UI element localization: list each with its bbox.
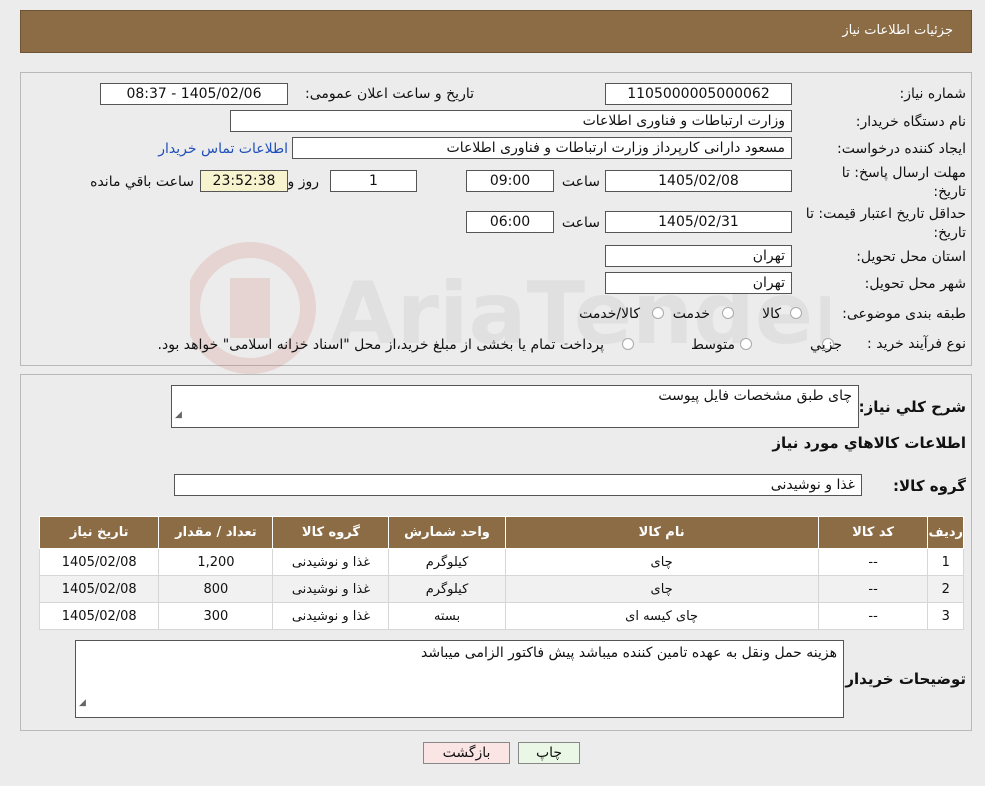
need-number-label: شماره نیاز: <box>899 86 967 102</box>
process-label: نوع فرآیند خرید : <box>867 336 966 352</box>
page-header: جزئیات اطلاعات نیاز <box>20 10 972 53</box>
col-header-row-number: رديف <box>927 516 964 549</box>
row-number: 2 <box>927 575 964 603</box>
goods-group-label: گروه کالا: <box>893 477 966 495</box>
deadline-time-label: ساعت <box>561 174 600 190</box>
table-row: 3 -- چای کیسه ای بسته غذا و نوشیدنی 300 … <box>38 602 964 630</box>
category-radio-goods[interactable] <box>790 307 802 319</box>
buyer-notes-textarea[interactable]: هزینه حمل ونقل به عهده تامین کننده میباش… <box>75 640 844 718</box>
remaining-label: ساعت باقي مانده <box>90 174 194 190</box>
col-header-group: گروه کالا <box>272 516 390 549</box>
buyer-notes-text: هزینه حمل ونقل به عهده تامین کننده میباش… <box>421 645 837 661</box>
goods-group-field[interactable]: غذا و نوشیدنی <box>174 474 862 496</box>
remaining-time-field: 23:52:38 <box>200 170 288 192</box>
col-header-name: نام کالا <box>504 516 819 549</box>
city-field[interactable]: تهران <box>605 272 792 294</box>
validity-date-field[interactable]: 1405/02/31 <box>605 211 792 233</box>
col-header-date: تاریخ نیاز <box>38 516 160 549</box>
deadline-label-cont: تاریخ: <box>933 184 966 200</box>
goods-unit: کیلوگرم <box>388 548 506 576</box>
need-number-field[interactable]: 1105000005000062 <box>605 83 792 105</box>
validity-time-field[interactable]: 06:00 <box>466 211 554 233</box>
province-field[interactable]: تهران <box>605 245 792 267</box>
announce-label: تاریخ و ساعت اعلان عمومی: <box>305 86 474 102</box>
process-option-medium: متوسط <box>691 337 735 353</box>
resize-handle-icon[interactable]: ◢ <box>175 405 182 425</box>
province-label: استان محل تحویل: <box>856 249 966 265</box>
goods-name: چای <box>504 575 819 603</box>
validity-label-cont: تاریخ: <box>933 225 966 241</box>
table-header-row: رديف کد کالا نام کالا واحد شمارش گروه کا… <box>38 516 964 549</box>
validity-label: حداقل تاریخ اعتبار قیمت: تا <box>805 206 966 222</box>
process-option-minor: جزيي <box>810 337 842 353</box>
announce-datetime-field[interactable]: 1405/02/06 - 08:37 <box>100 83 288 105</box>
print-button[interactable]: چاپ <box>518 742 580 764</box>
goods-group: غذا و نوشیدنی <box>272 602 390 630</box>
row-number: 1 <box>927 548 964 576</box>
back-button[interactable]: بازگشت <box>423 742 510 764</box>
category-option-goods-service: کالا/خدمت <box>579 306 640 322</box>
resize-handle-icon[interactable]: ◢ <box>79 691 86 715</box>
goods-quantity: 300 <box>158 602 274 630</box>
table-row: 1 -- چای کیلوگرم غذا و نوشیدنی 1,200 140… <box>38 548 964 576</box>
creator-field[interactable]: مسعود دارانی کارپرداز وزارت ارتباطات و ف… <box>292 137 792 159</box>
page-title: جزئیات اطلاعات نیاز <box>842 23 953 38</box>
col-header-quantity: تعداد / مقدار <box>158 516 274 549</box>
need-date: 1405/02/08 <box>38 602 160 630</box>
goods-section-title: اطلاعات كالاهاي مورد نياز <box>772 434 966 452</box>
summary-label: شرح كلي نياز: <box>858 398 966 416</box>
summary-textarea[interactable]: چای طبق مشخصات فایل پیوست ◢ <box>171 385 859 428</box>
days-label: روز و <box>287 174 320 190</box>
creator-label: ایجاد کننده درخواست: <box>837 141 966 157</box>
process-radio-medium[interactable] <box>740 338 752 350</box>
category-radio-goods-service[interactable] <box>652 307 664 319</box>
summary-text: چای طبق مشخصات فایل پیوست <box>658 388 852 404</box>
goods-group: غذا و نوشیدنی <box>272 575 390 603</box>
goods-table: رديف کد کالا نام کالا واحد شمارش گروه کا… <box>38 516 964 630</box>
buyer-contact-link[interactable]: اطلاعات تماس خریدار <box>158 141 288 157</box>
category-label: طبقه بندی موضوعی: <box>842 306 966 322</box>
category-option-goods: کالا <box>762 306 781 322</box>
validity-time-label: ساعت <box>561 215 600 231</box>
goods-name: چای <box>504 548 819 576</box>
col-header-code: کد کالا <box>817 516 929 549</box>
deadline-label: مهلت ارسال پاسخ: تا <box>841 165 966 181</box>
need-date: 1405/02/08 <box>38 575 160 603</box>
category-option-service: خدمت <box>672 306 710 322</box>
buyer-notes-label: توضیحات خریدار: <box>839 670 966 688</box>
goods-quantity: 1,200 <box>158 548 274 576</box>
goods-quantity: 800 <box>158 575 274 603</box>
deadline-date-field[interactable]: 1405/02/08 <box>605 170 792 192</box>
buyer-org-field[interactable]: وزارت ارتباطات و فناوری اطلاعات <box>230 110 792 132</box>
row-number: 3 <box>927 602 964 630</box>
goods-code: -- <box>817 548 929 576</box>
col-header-unit: واحد شمارش <box>388 516 506 549</box>
remaining-days-field[interactable]: 1 <box>330 170 417 192</box>
category-radio-service[interactable] <box>722 307 734 319</box>
goods-unit: بسته <box>388 602 506 630</box>
deadline-time-field[interactable]: 09:00 <box>466 170 554 192</box>
goods-code: -- <box>817 602 929 630</box>
buyer-org-label: نام دستگاه خریدار: <box>855 114 966 130</box>
process-treasury-note: پرداخت تمام یا بخشی از مبلغ خرید،از محل … <box>157 337 604 353</box>
goods-name: چای کیسه ای <box>504 602 819 630</box>
goods-group: غذا و نوشیدنی <box>272 548 390 576</box>
goods-unit: کیلوگرم <box>388 575 506 603</box>
city-label: شهر محل تحویل: <box>864 276 966 292</box>
process-radio-treasury[interactable] <box>622 338 634 350</box>
table-row: 2 -- چای کیلوگرم غذا و نوشیدنی 800 1405/… <box>38 575 964 603</box>
need-date: 1405/02/08 <box>38 548 160 576</box>
goods-code: -- <box>817 575 929 603</box>
